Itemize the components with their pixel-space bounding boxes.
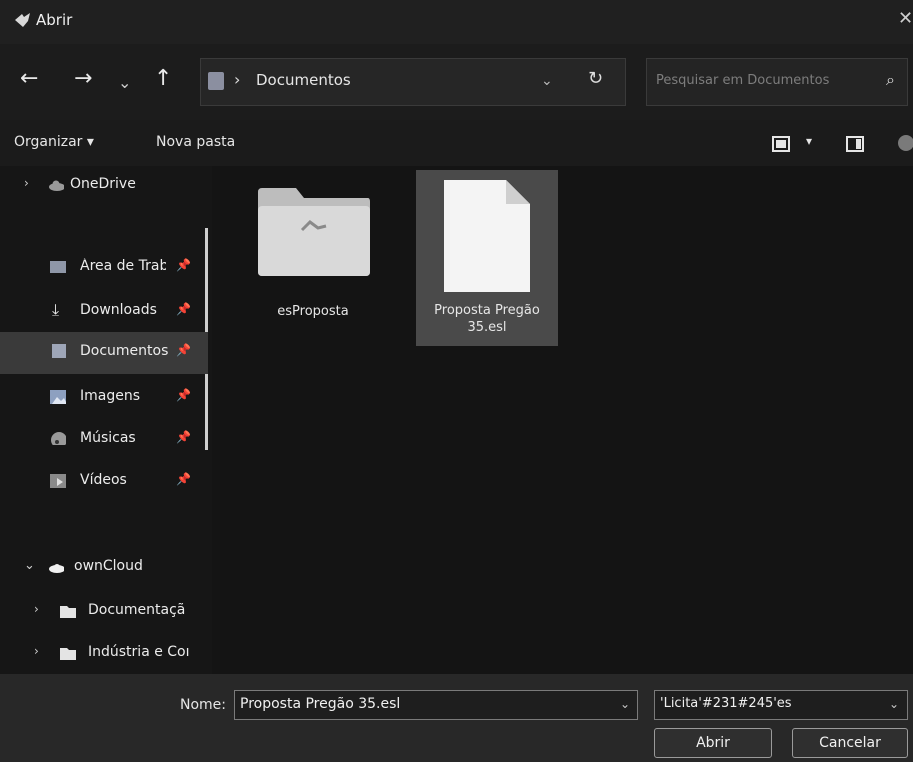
pin-icon: 📌 [176,388,191,402]
expand-icon[interactable]: › [34,644,39,658]
recent-locations-button[interactable]: ⌄ [118,72,131,94]
owncloud-icon [49,564,64,573]
chevron-down-icon[interactable]: ⌄ [620,697,630,711]
file-item-folder[interactable]: esProposta [256,180,370,330]
open-button[interactable]: Abrir [654,728,772,758]
pin-icon: 📌 [176,302,191,316]
cancel-button[interactable]: Cancelar [792,728,908,758]
sidebar-item-onedrive[interactable]: › OneDrive [0,166,208,206]
title-bar [0,0,913,44]
sidebar-item-videos[interactable]: Vídeos 📌 [0,462,208,502]
file-item-selected[interactable]: Proposta Pregão 35.esl [416,170,558,346]
view-icon[interactable] [772,136,790,152]
breadcrumb-documentos[interactable]: Documentos [256,71,351,89]
sidebar-item-label: Indústria e Coı [88,644,190,660]
refresh-icon[interactable]: ↻ [588,68,603,89]
expand-icon[interactable]: › [24,176,29,190]
file-name: Proposta Pregão 35.esl [434,303,540,335]
file-name: esProposta [277,304,349,319]
breadcrumb-separator: › [234,70,241,89]
sidebar-item-label: ownCloud [74,558,143,574]
file-icon [444,180,530,292]
new-folder-button[interactable]: Nova pasta [156,134,235,150]
search-input[interactable]: Pesquisar em Documentos [656,73,829,88]
sidebar-item-downloads[interactable]: ⤓ Downloads 📌 [0,292,208,332]
sidebar-item-label: OneDrive [70,176,136,192]
help-icon[interactable] [896,134,913,152]
file-name-input[interactable]: Proposta Pregão 35.esl [240,696,400,712]
folder-icon [208,72,224,90]
music-icon [51,432,66,445]
window-title: Abrir [36,11,73,29]
sidebar-item-label: Downloads [80,302,157,318]
sidebar-item-label: Imagens [80,388,141,404]
close-icon[interactable]: ✕ [898,8,913,29]
pin-icon: 📌 [176,430,191,444]
organize-button[interactable]: Organizar ▾ [14,134,94,150]
pin-icon: 📌 [176,472,191,486]
sidebar-item-musicas[interactable]: Músicas 📌 [0,420,208,460]
expanded-icon[interactable]: ⌄ [24,558,35,573]
file-type-value[interactable]: 'Licita'#231#245'es [660,696,792,711]
folder-icon [60,606,76,618]
up-button[interactable]: ↑ [154,68,172,90]
sidebar-item-owncloud[interactable]: ⌄ ownCloud [0,548,208,588]
sidebar-item-label: Área de Traba [80,258,166,274]
expand-icon[interactable]: › [34,602,39,616]
desktop-icon [50,261,66,273]
cloud-icon [49,180,64,191]
forward-button[interactable]: → [74,68,92,90]
folder-icon [258,188,370,276]
sidebar-item-desktop[interactable]: Área de Traba 📌 [0,248,208,288]
sidebar-item-label: Músicas [80,430,136,446]
app-icon [15,13,30,27]
sidebar-item-label: Vídeos [80,472,127,488]
sidebar-item-label: Documentos [80,343,169,359]
view-menu-chevron-icon[interactable]: ▾ [806,134,812,148]
sidebar-item-documentos[interactable]: Documentos 📌 [0,332,208,374]
preview-pane-icon[interactable] [846,136,864,152]
sidebar-item-label: Documentaçã [88,602,186,618]
search-icon[interactable]: ⌕ [886,70,895,90]
document-icon [52,344,66,358]
sidebar-item-imagens[interactable]: Imagens 📌 [0,378,208,418]
download-icon: ⤓ [52,300,60,319]
image-icon [50,390,66,404]
pin-icon: 📌 [176,343,191,357]
sidebar-item-industria[interactable]: › Indústria e Coı [0,634,208,674]
back-button[interactable]: ← [20,68,38,90]
chevron-down-icon[interactable]: ⌄ [889,697,899,711]
sidebar-item-documentacao[interactable]: › Documentaçã [0,592,208,632]
pin-icon: 📌 [176,258,191,272]
folder-icon [60,648,76,660]
video-icon [50,474,66,488]
chevron-down-icon[interactable]: ⌄ [541,73,553,89]
file-name-label: Nome: [180,697,227,713]
